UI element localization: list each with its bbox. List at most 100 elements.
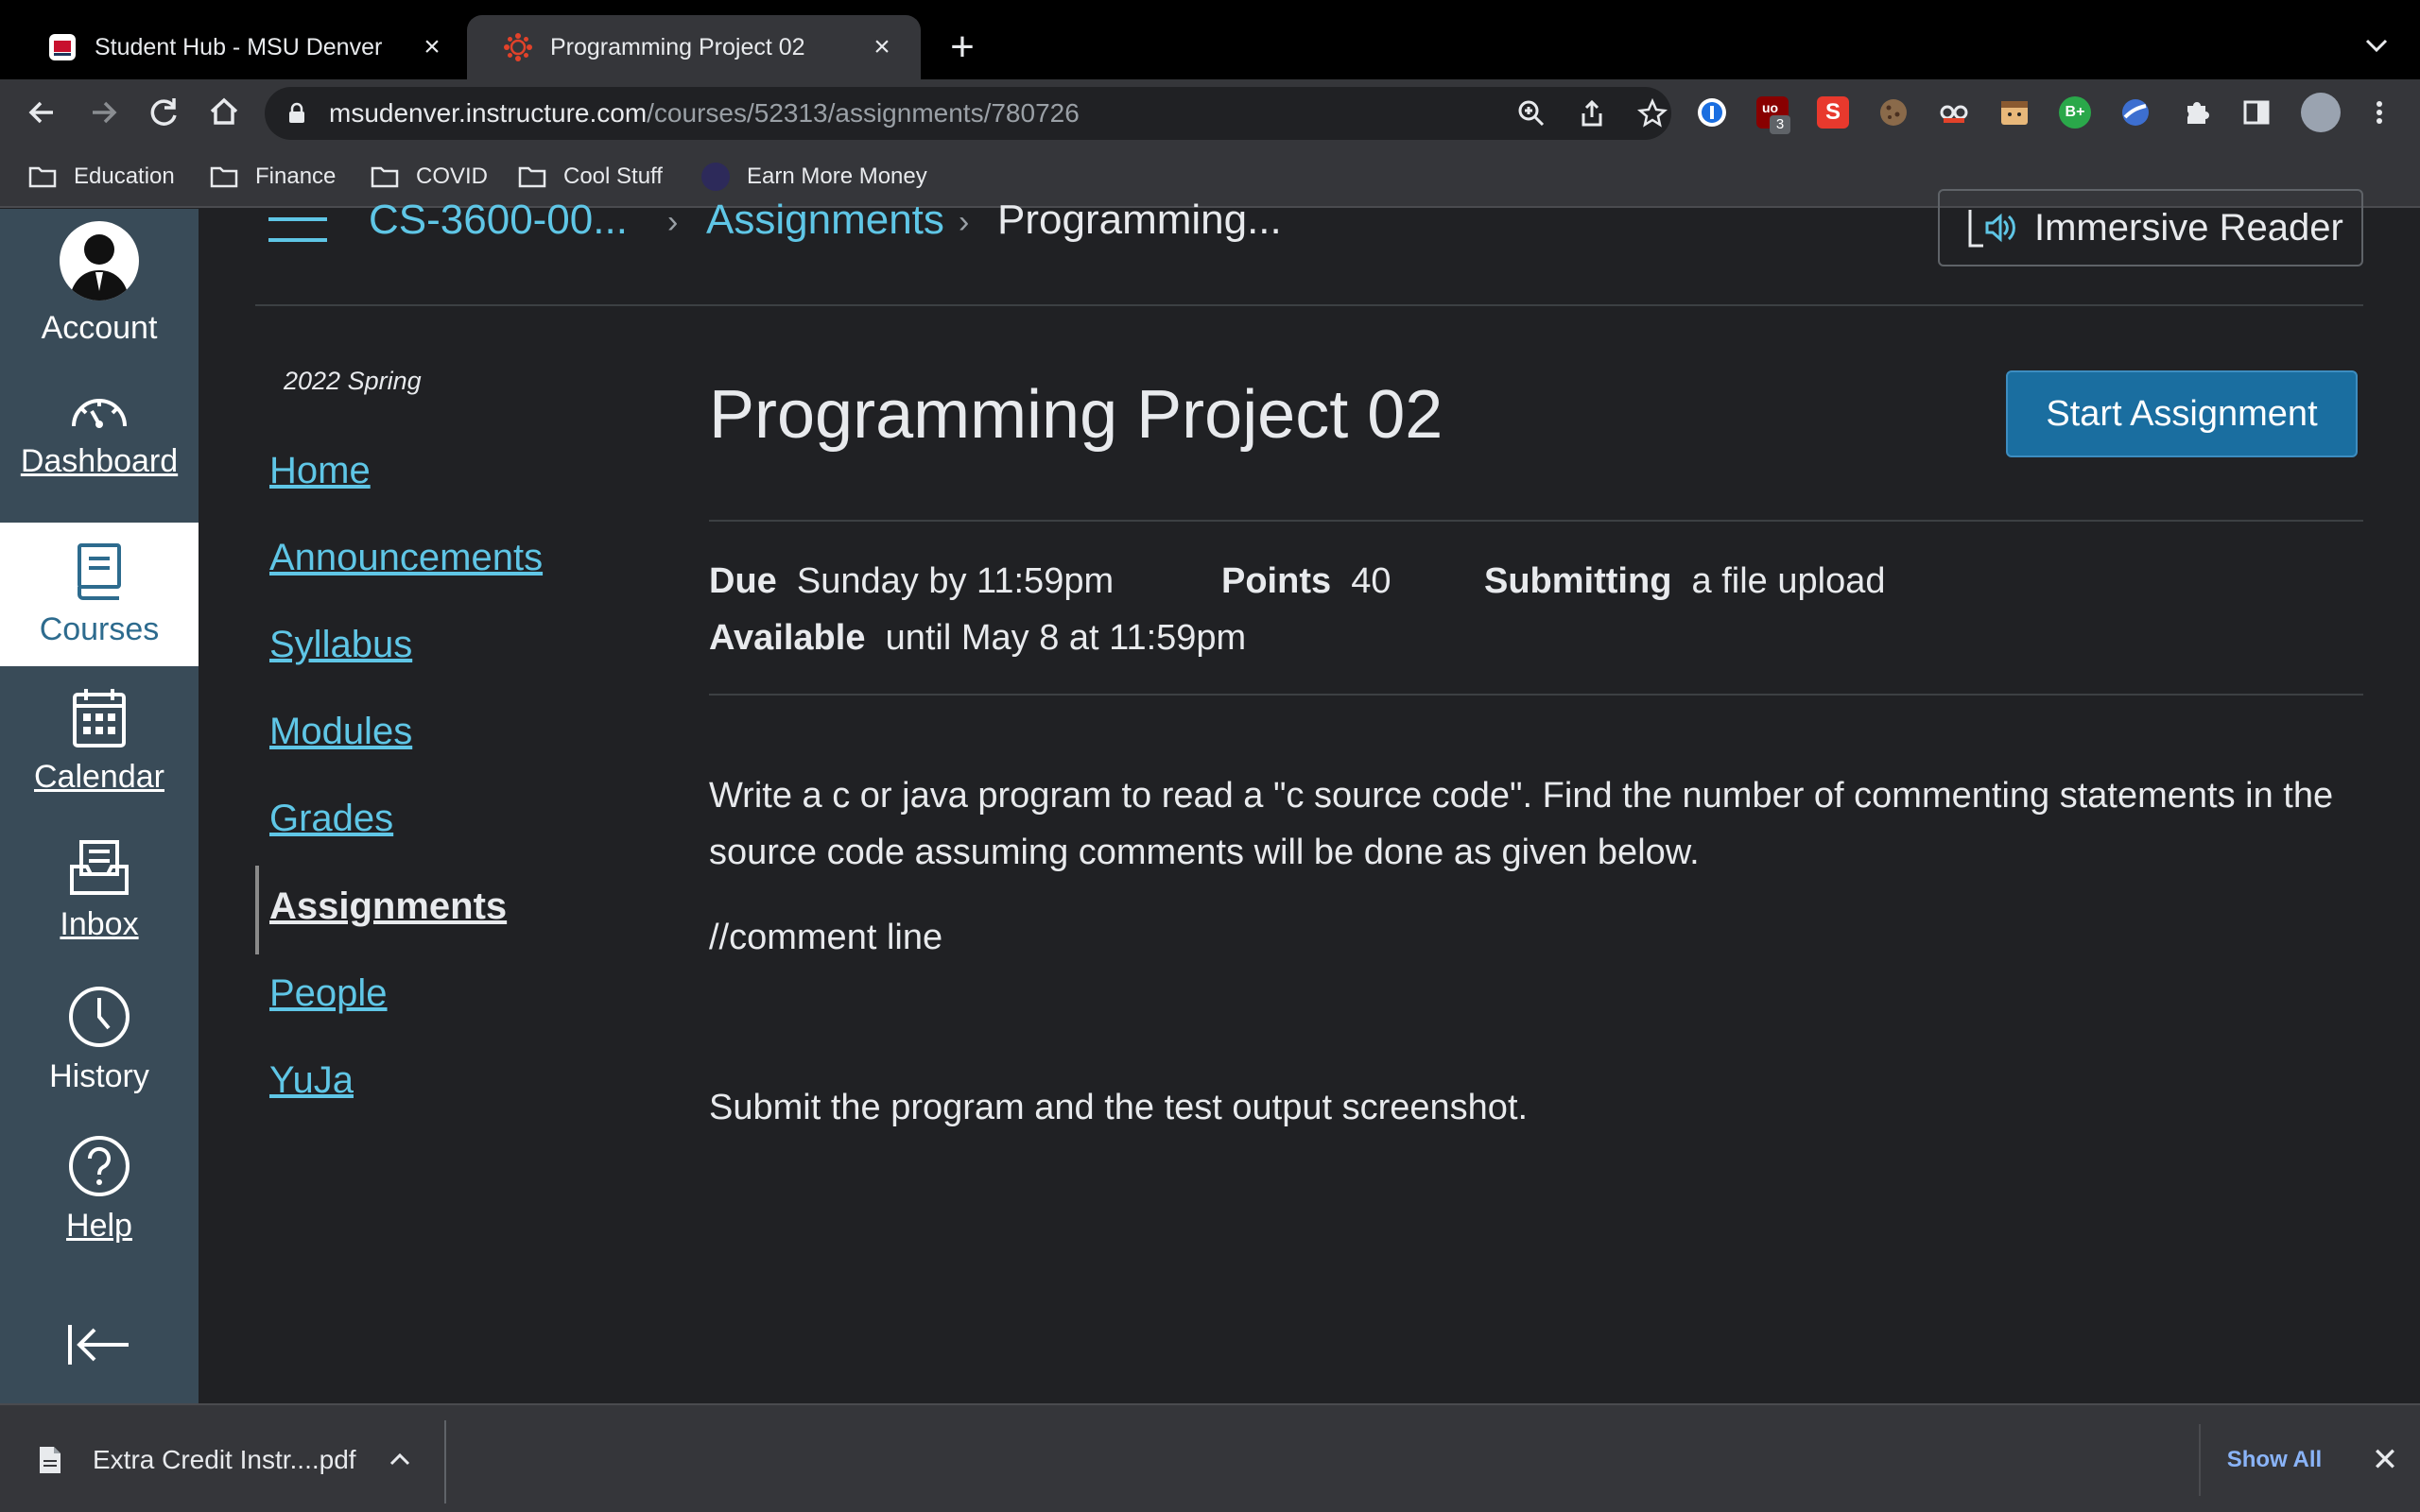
chevron-up-icon[interactable] (386, 1445, 414, 1473)
divider (444, 1420, 446, 1503)
address-bar[interactable]: msudenver.instructure.com/courses/52313/… (265, 87, 1671, 140)
share-icon[interactable] (1575, 96, 1609, 130)
tab-programming-project[interactable]: Programming Project 02 × (467, 15, 921, 79)
nav-account[interactable]: Account (0, 209, 199, 358)
nav-label: Calendar (34, 758, 164, 795)
nav-label: Dashboard (20, 442, 179, 479)
bookmark-covid[interactable]: COVID (371, 161, 488, 193)
nav-label: Inbox (60, 905, 139, 942)
extensions-puzzle-icon[interactable] (2180, 96, 2212, 129)
bookmark-cool-stuff[interactable]: Cool Stuff (518, 161, 663, 193)
breadcrumb-course-link[interactable]: CS-3600-00... (369, 195, 628, 246)
nav-label: Courses (39, 610, 160, 647)
close-shelf-icon[interactable]: ✕ (2368, 1443, 2402, 1477)
s-extension-icon[interactable]: S (1817, 96, 1849, 129)
course-nav-modules[interactable]: Modules (269, 711, 412, 753)
bookmark-star-icon[interactable] (1635, 96, 1669, 130)
avatar-icon (60, 220, 139, 301)
home-icon[interactable] (202, 91, 246, 134)
tab-search-icon[interactable] (2354, 26, 2399, 66)
browser-menu-icon[interactable] (2363, 96, 2395, 129)
bookmark-earn-more-money[interactable]: Earn More Money (701, 161, 927, 193)
bookmark-label: Finance (255, 163, 337, 189)
vpn-extension-icon[interactable] (2119, 96, 2152, 129)
tab-title: Student Hub - MSU Denver (95, 33, 383, 60)
side-panel-icon[interactable] (2240, 96, 2273, 129)
course-nav-yuja[interactable]: YuJa (269, 1059, 354, 1102)
nav-label: Account (41, 309, 158, 346)
divider (709, 694, 2363, 696)
password-manager-extension-icon[interactable] (1696, 96, 1728, 129)
points-value: 40 (1351, 561, 1392, 601)
due-value: Sunday by 11:59pm (796, 561, 1115, 601)
course-nav-grades[interactable]: Grades (269, 798, 393, 840)
msu-favicon-icon (47, 32, 78, 62)
due-date: Due Sunday by 11:59pm (709, 559, 1114, 603)
submitting-label: Submitting (1484, 561, 1672, 601)
course-nav-syllabus[interactable]: Syllabus (269, 624, 412, 666)
glasses-extension-icon[interactable] (1938, 96, 1970, 129)
global-nav: Account Dashboard Courses Calendar Inbox… (0, 209, 199, 1403)
description-code-example: //comment line (709, 918, 943, 957)
immersive-reader-label: Immersive Reader (2034, 206, 2343, 249)
folder-icon (518, 166, 546, 188)
nav-label: Help (66, 1207, 132, 1244)
term-label: 2022 Spring (284, 367, 422, 395)
cookie-extension-icon[interactable] (1877, 96, 1910, 129)
nav-calendar[interactable]: Calendar (0, 666, 199, 816)
new-tab-button[interactable]: + (942, 23, 983, 72)
lock-icon[interactable] (287, 102, 306, 125)
profile-avatar[interactable] (2301, 93, 2341, 132)
available-value: until May 8 at 11:59pm (885, 618, 1247, 658)
bookmark-label: COVID (416, 163, 489, 189)
close-tab-icon[interactable]: × (418, 33, 446, 61)
divider (709, 520, 2363, 522)
calendar-icon (73, 688, 126, 747)
courses-icon (78, 542, 121, 600)
face-extension-icon[interactable] (1998, 96, 2031, 129)
nav-dashboard[interactable]: Dashboard (0, 358, 199, 507)
nav-history[interactable]: History (0, 965, 199, 1114)
bookmark-finance[interactable]: Finance (210, 161, 336, 193)
course-nav-announcements[interactable]: Announcements (269, 537, 543, 579)
badge-count: 3 (1770, 115, 1790, 134)
chevron-right-icon: › (959, 204, 970, 240)
course-nav-home[interactable]: Home (269, 450, 371, 492)
points-label: Points (1221, 561, 1332, 601)
history-icon (69, 986, 130, 1047)
points: Points 40 (1221, 559, 1392, 603)
reload-icon[interactable] (142, 91, 185, 134)
tab-student-hub[interactable]: Student Hub - MSU Denver × (11, 15, 471, 79)
breadcrumb-current: Programming... (997, 197, 1282, 243)
tab-title: Programming Project 02 (550, 33, 805, 60)
course-nav-people[interactable]: People (269, 972, 388, 1015)
show-all-downloads-button[interactable]: Show All (2199, 1424, 2348, 1496)
bookmark-education[interactable]: Education (28, 161, 175, 193)
start-assignment-button[interactable]: Start Assignment (2006, 370, 2358, 457)
nav-inbox[interactable]: Inbox (0, 816, 199, 965)
course-menu-toggle-icon[interactable] (268, 215, 327, 244)
dashboard-icon (72, 398, 127, 428)
bookmark-label: Education (74, 163, 175, 189)
download-item[interactable]: Extra Credit Instr....pdf (38, 1434, 356, 1486)
forward-icon[interactable] (81, 91, 125, 134)
submitting: Submitting a file upload (1484, 559, 1885, 603)
grade-extension-icon[interactable]: B+ (2059, 96, 2091, 129)
collapse-nav-icon[interactable] (66, 1321, 132, 1368)
zoom-icon[interactable] (1514, 96, 1548, 130)
nav-courses[interactable]: Courses (0, 523, 199, 666)
page-title: Programming Project 02 (709, 377, 1443, 453)
browser-toolbar: msudenver.instructure.com/courses/52313/… (0, 79, 2420, 146)
nav-help[interactable]: Help (0, 1114, 199, 1263)
tab-strip: Student Hub - MSU Denver × Programming P… (0, 0, 2420, 79)
download-shelf: Extra Credit Instr....pdf Show All ✕ (0, 1403, 2420, 1512)
active-indicator (255, 866, 259, 954)
immersive-reader-button[interactable]: Immersive Reader (1938, 189, 2363, 266)
download-filename: Extra Credit Instr....pdf (93, 1445, 356, 1474)
back-icon[interactable] (21, 91, 64, 134)
breadcrumb-assignments-link[interactable]: Assignments (706, 195, 944, 246)
ublock-extension-icon[interactable]: uo 3 (1756, 96, 1790, 134)
immersive-reader-icon (1968, 210, 2015, 248)
course-nav-assignments[interactable]: Assignments (269, 885, 507, 928)
close-tab-icon[interactable]: × (868, 33, 896, 61)
